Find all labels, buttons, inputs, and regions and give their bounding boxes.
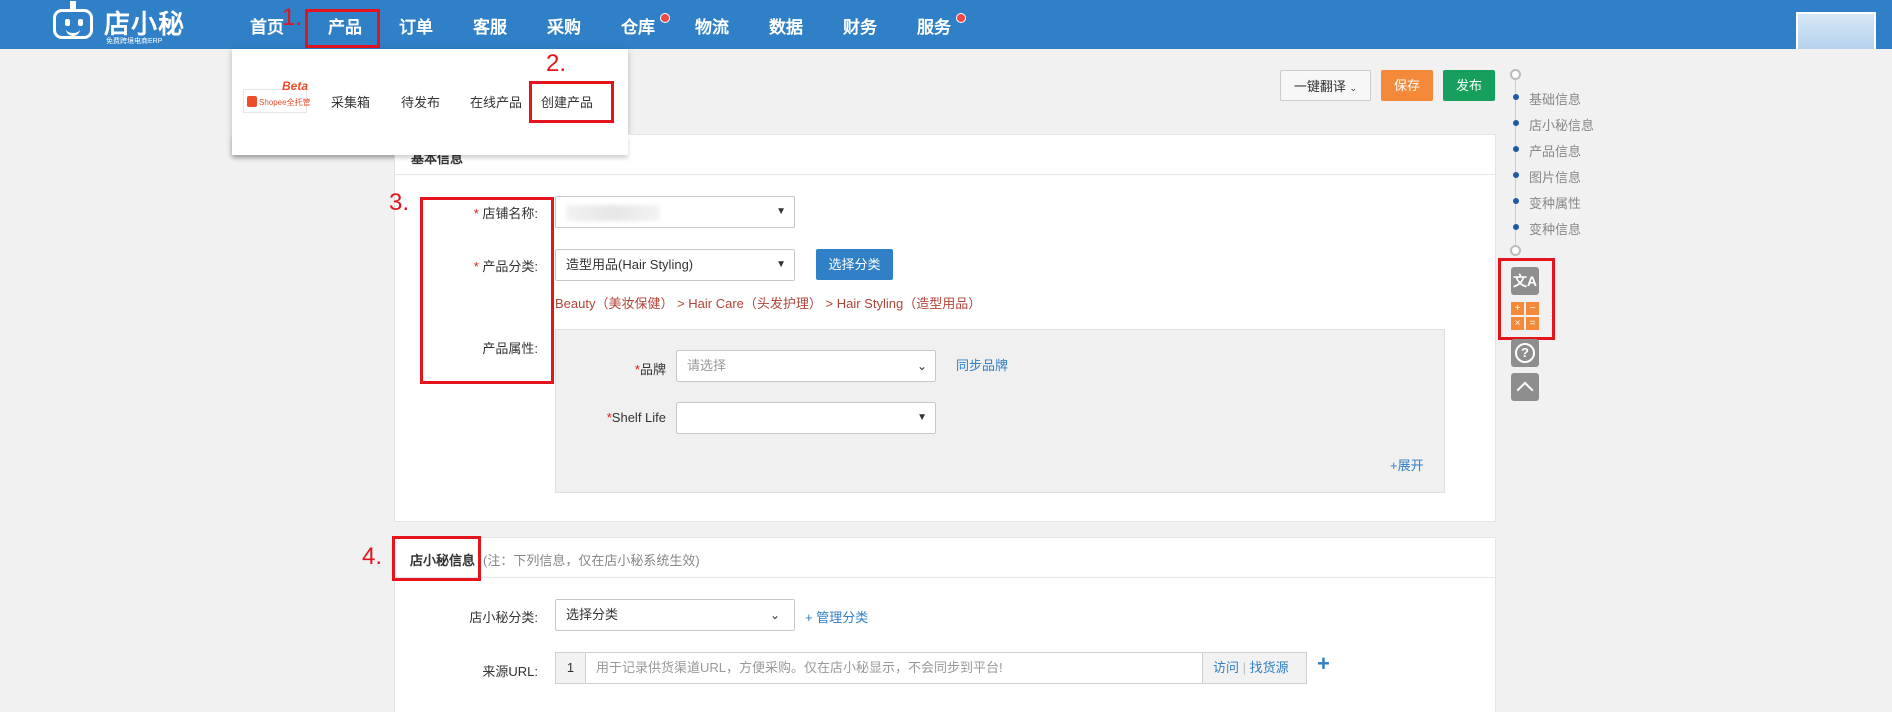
anchor-basic-info[interactable]: 基础信息 bbox=[1529, 89, 1581, 108]
chevron-down-icon: ⌄ bbox=[769, 608, 780, 622]
warehouse-notification-dot bbox=[660, 13, 670, 23]
product-category-value: 造型用品(Hair Styling) bbox=[566, 257, 694, 272]
brand-label: *品牌 bbox=[634, 362, 666, 377]
avatar[interactable] bbox=[1796, 12, 1876, 49]
manage-category-link[interactable]: + 管理分类 bbox=[805, 607, 868, 626]
add-url-plus-icon[interactable]: + bbox=[1317, 651, 1330, 677]
step-3-label: 3. bbox=[389, 189, 410, 216]
anchor-nav-bottom-ring bbox=[1510, 245, 1521, 256]
chevron-down-icon: ⌄ bbox=[916, 359, 927, 373]
menu-item-online-products[interactable]: 在线产品 bbox=[470, 92, 522, 111]
chevron-down-icon: ▼ bbox=[776, 259, 786, 270]
translate-icon[interactable]: 文A bbox=[1511, 267, 1539, 295]
dxm-info-note: (注：下列信息，仅在店小秘系统生效) bbox=[483, 553, 700, 568]
shelf-life-label: *Shelf Life bbox=[606, 410, 666, 425]
step-2-label: 2. bbox=[546, 50, 567, 77]
find-source-link[interactable]: 找货源 bbox=[1250, 660, 1289, 675]
product-category-label: * 产品分类: bbox=[473, 259, 538, 274]
dxm-info-title: 店小秘信息 bbox=[410, 553, 476, 568]
divider: | bbox=[1242, 660, 1250, 675]
sync-brand-link[interactable]: 同步品牌 bbox=[956, 355, 1008, 374]
nav-warehouse[interactable]: 仓库 bbox=[617, 0, 659, 49]
services-notification-dot bbox=[956, 13, 966, 23]
nav-finance[interactable]: 财务 bbox=[839, 0, 881, 49]
chevron-down-icon: ▼ bbox=[776, 206, 786, 217]
shop-name-label: * 店铺名称: bbox=[473, 206, 538, 221]
shop-name-select[interactable]: ▼ bbox=[555, 196, 795, 228]
dxm-category-value: 选择分类 bbox=[566, 607, 619, 622]
highlight-box-product-nav bbox=[305, 9, 380, 48]
product-attributes-label: 产品属性: bbox=[482, 341, 538, 356]
chevron-down-icon: ⌄ bbox=[1349, 83, 1358, 93]
menu-item-pending-publish[interactable]: 待发布 bbox=[401, 92, 440, 111]
step-1-label: 1. bbox=[282, 4, 303, 31]
help-icon[interactable] bbox=[1511, 339, 1539, 367]
anchor-dxm-info[interactable]: 店小秘信息 bbox=[1529, 115, 1594, 134]
source-url-label: 来源URL: bbox=[482, 664, 538, 679]
anchor-dot bbox=[1513, 198, 1519, 204]
choose-category-button[interactable]: 选择分类 bbox=[816, 249, 893, 280]
url-placeholder: 用于记录供货渠道URL，方便采购。仅在店小秘显示，不会同步到平台! bbox=[596, 660, 1003, 675]
anchor-dot bbox=[1513, 224, 1519, 230]
translate-label: 一键翻译 bbox=[1293, 79, 1346, 94]
expand-attributes-link[interactable]: +展开 bbox=[1390, 455, 1424, 474]
url-actions: 访问 | 找货源 bbox=[1202, 653, 1306, 683]
beta-badge: Beta bbox=[282, 79, 309, 93]
one-click-translate-dropdown[interactable]: 一键翻译 ⌄ bbox=[1280, 70, 1371, 101]
shop-name-blurred-value bbox=[566, 205, 660, 221]
dxm-category-label: 店小秘分类: bbox=[469, 610, 538, 625]
anchor-variant-attributes[interactable]: 变种属性 bbox=[1529, 193, 1581, 212]
brand-select[interactable]: 请选择 ⌄ bbox=[676, 350, 936, 382]
url-index: 1 bbox=[556, 653, 586, 683]
shelf-life-select[interactable]: ▼ bbox=[676, 402, 936, 434]
visit-link[interactable]: 访问 bbox=[1213, 660, 1239, 675]
nav-customer-service[interactable]: 客服 bbox=[469, 0, 511, 49]
anchor-nav-top-ring bbox=[1510, 69, 1521, 80]
chevron-down-icon: ▼ bbox=[917, 412, 927, 423]
nav-services[interactable]: 服务 bbox=[913, 0, 955, 49]
dropdown-shadow-edge bbox=[232, 134, 628, 155]
shopee-bag-icon bbox=[247, 96, 257, 107]
calculator-icon[interactable]: + − × = bbox=[1511, 302, 1539, 330]
menu-item-collection-box[interactable]: 采集箱 bbox=[331, 92, 370, 111]
category-breadcrumb: Beauty（美妆保健） > Hair Care（头发护理） > Hair St… bbox=[555, 296, 982, 311]
logo[interactable]: 店小秘 免费跨境电商ERP bbox=[50, 1, 200, 46]
product-category-select[interactable]: 造型用品(Hair Styling) ▼ bbox=[555, 249, 795, 281]
back-to-top-icon[interactable] bbox=[1511, 373, 1539, 401]
step-4-label: 4. bbox=[362, 543, 383, 570]
nav-orders[interactable]: 订单 bbox=[395, 0, 437, 49]
save-button[interactable]: 保存 bbox=[1381, 70, 1433, 101]
anchor-image-info[interactable]: 图片信息 bbox=[1529, 167, 1581, 186]
anchor-dot bbox=[1513, 120, 1519, 126]
dxm-category-select[interactable]: 选择分类 ⌄ bbox=[555, 599, 795, 631]
anchor-product-info[interactable]: 产品信息 bbox=[1529, 141, 1581, 160]
brand-placeholder: 请选择 bbox=[687, 358, 727, 373]
anchor-variant-info[interactable]: 变种信息 bbox=[1529, 219, 1581, 238]
anchor-dot bbox=[1513, 172, 1519, 178]
nav-logistics[interactable]: 物流 bbox=[691, 0, 733, 49]
source-url-input[interactable]: 1 用于记录供货渠道URL，方便采购。仅在店小秘显示，不会同步到平台! 访问 |… bbox=[555, 652, 1307, 684]
anchor-dot bbox=[1513, 94, 1519, 100]
logo-subtitle: 免费跨境电商ERP bbox=[106, 38, 163, 45]
nav-purchase[interactable]: 采购 bbox=[543, 0, 585, 49]
publish-button[interactable]: 发布 bbox=[1443, 70, 1495, 101]
shopee-logo-text: Shopee全托管 bbox=[259, 98, 311, 107]
highlight-box-create-product bbox=[529, 81, 614, 123]
robot-icon bbox=[53, 9, 93, 39]
nav-data[interactable]: 数据 bbox=[765, 0, 807, 49]
anchor-dot bbox=[1513, 146, 1519, 152]
